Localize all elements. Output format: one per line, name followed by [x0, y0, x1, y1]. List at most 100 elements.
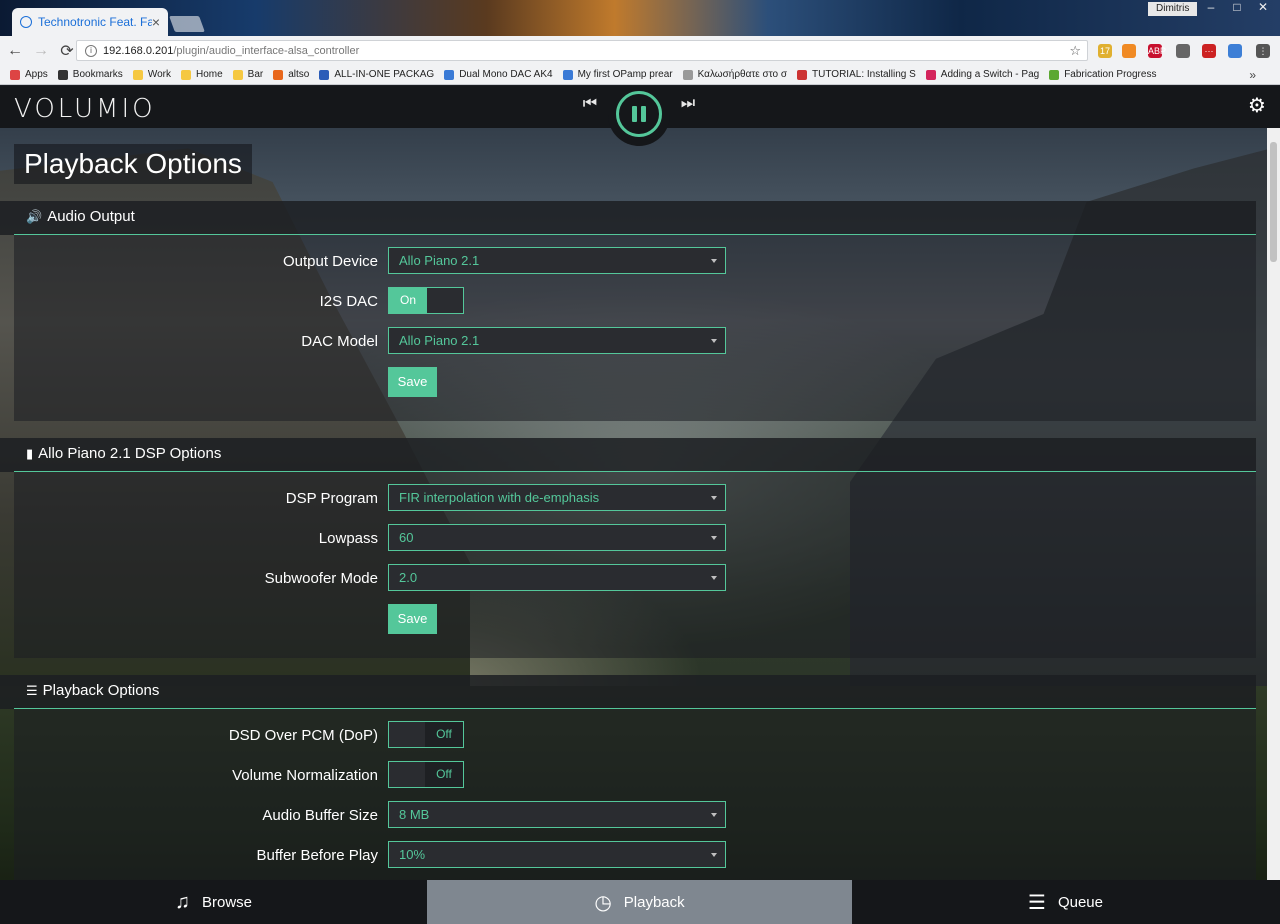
close-window-icon[interactable]: ✕: [1250, 0, 1276, 16]
scrollbar-thumb[interactable]: [1270, 142, 1277, 262]
weather-icon[interactable]: 17: [1098, 44, 1112, 58]
bookmark-star-icon[interactable]: ☆: [1069, 43, 1081, 59]
nav-playback-label: Playback: [623, 893, 685, 911]
section-title-playback: ☰ Playback Options: [26, 682, 159, 699]
page-scrollbar[interactable]: [1267, 128, 1280, 880]
bookmarks-overflow-icon[interactable]: »: [1249, 68, 1256, 82]
previous-track-icon[interactable]: ⏮: [580, 94, 600, 114]
bookmark-label: TUTORIAL: Installing S: [812, 69, 916, 80]
browser-toolbar: ← → ⟳ i 192.168.0.201/plugin/audio_inter…: [0, 36, 1280, 65]
pause-icon: [632, 106, 637, 122]
section-body-audio-output: Output Device Allo Piano 2.1 I2S DAC On …: [14, 235, 1256, 421]
forward-icon[interactable]: →: [30, 42, 52, 60]
section-title: Allo Piano 2.1 DSP Options: [38, 445, 222, 462]
site-icon: [273, 69, 284, 80]
bookmark-item[interactable]: Home: [180, 69, 223, 80]
dropbox-icon[interactable]: [1228, 44, 1242, 58]
new-tab-button[interactable]: [169, 16, 205, 32]
bookmark-item[interactable]: Bar: [232, 69, 263, 80]
bookmark-label: Bookmarks: [72, 69, 123, 80]
bookmark-item[interactable]: altso: [273, 69, 309, 80]
bookmark-item[interactable]: Apps: [10, 69, 48, 80]
menu-icon[interactable]: ⋮: [1256, 44, 1270, 58]
maximize-icon[interactable]: □: [1224, 0, 1250, 16]
pause-icon-bar: [641, 106, 646, 122]
subwoofer-mode-select[interactable]: 2.0: [388, 564, 726, 591]
bookmark-item[interactable]: Bookmarks: [57, 69, 123, 80]
lowpass-select[interactable]: 60: [388, 524, 726, 551]
sliders-icon: ☰: [26, 682, 38, 698]
rss-icon[interactable]: [1122, 44, 1136, 58]
bookmark-item[interactable]: Adding a Switch - Pag: [925, 69, 1040, 80]
output-device-select[interactable]: Allo Piano 2.1: [388, 247, 726, 274]
puzzle-icon[interactable]: [1176, 44, 1190, 58]
reload-icon[interactable]: ⟳: [56, 41, 78, 61]
i2s-dac-toggle[interactable]: On: [388, 287, 464, 314]
chevron-down-icon: [711, 853, 717, 857]
toggle-off-label: Off: [425, 762, 463, 787]
dsp-program-label: DSP Program: [285, 490, 378, 507]
dop-label: DSD Over PCM (DoP): [228, 727, 378, 744]
minimize-icon[interactable]: –: [1198, 0, 1224, 16]
dop-toggle[interactable]: Off: [388, 721, 464, 748]
bookmark-item[interactable]: TUTORIAL: Installing S: [797, 69, 916, 80]
chevron-down-icon: [711, 259, 717, 263]
bookmark-item[interactable]: Dual Mono DAC AK4: [444, 69, 553, 80]
chevron-down-icon: [711, 813, 717, 817]
bookmark-label: Home: [195, 69, 223, 80]
dac-model-select[interactable]: Allo Piano 2.1: [388, 327, 726, 354]
speaker-icon: 🔊: [26, 208, 43, 224]
bookmark-label: Work: [147, 69, 171, 80]
bookmark-label: Fabrication Progress: [1064, 69, 1157, 80]
site-icon: [444, 69, 455, 80]
address-bar[interactable]: i 192.168.0.201/plugin/audio_interface-a…: [76, 40, 1088, 61]
lowpass-value: 60: [399, 530, 414, 545]
nav-browse[interactable]: ♫ Browse: [0, 880, 427, 924]
tab-close-icon[interactable]: ×: [152, 14, 160, 30]
dsp-program-value: FIR interpolation with de-emphasis: [399, 490, 600, 505]
buffer-before-play-select[interactable]: 10%: [388, 841, 726, 868]
music-note-icon: ♫: [174, 890, 190, 913]
bookmark-item[interactable]: Καλωσήρθατε στο σ: [682, 69, 787, 80]
audio-buffer-size-label: Audio Buffer Size: [262, 807, 378, 824]
toggle-on-label: On: [389, 288, 427, 313]
volumio-logo[interactable]: VOLUMIO: [14, 94, 156, 124]
chevron-down-icon: [711, 536, 717, 540]
lowpass-label: Lowpass: [318, 530, 378, 547]
browser-tabstrip: Technotronic Feat. Fally × Dimitris – □ …: [0, 0, 1280, 36]
url-path: /plugin/audio_interface-alsa_controller: [173, 44, 360, 57]
bookmark-item[interactable]: Fabrication Progress: [1049, 69, 1156, 80]
bookmark-label: Adding a Switch - Pag: [940, 69, 1040, 80]
site-icon: [319, 69, 330, 80]
volume-normalization-toggle[interactable]: Off: [388, 761, 464, 788]
bookmark-item[interactable]: Work: [132, 69, 171, 80]
browser-tab[interactable]: Technotronic Feat. Fally ×: [12, 8, 168, 36]
next-track-icon[interactable]: ⏭: [678, 94, 698, 114]
bookmark-item[interactable]: ALL-IN-ONE PACKAG: [319, 69, 434, 80]
save-button[interactable]: Save: [388, 604, 437, 634]
profile-name[interactable]: Dimitris: [1148, 2, 1198, 16]
bookmark-item[interactable]: My first OPamp prear: [562, 69, 673, 80]
settings-gear-icon[interactable]: ⚙: [1246, 95, 1268, 117]
nav-queue-label: Queue: [1057, 893, 1103, 911]
dsp-program-select[interactable]: FIR interpolation with de-emphasis: [388, 484, 726, 511]
bookmark-label: My first OPamp prear: [577, 69, 673, 80]
info-icon[interactable]: i: [85, 44, 97, 57]
section-title: Playback Options: [42, 682, 160, 699]
clock-icon: ◷: [594, 891, 612, 914]
audio-buffer-size-select[interactable]: 8 MB: [388, 801, 726, 828]
adblock-icon[interactable]: ABP: [1148, 44, 1166, 58]
chevron-down-icon: [711, 576, 717, 580]
back-icon[interactable]: ←: [4, 42, 26, 60]
nav-playback[interactable]: ◷ Playback: [427, 880, 852, 924]
buffer-before-play-label: Buffer Before Play: [256, 847, 378, 864]
toggle-knob: [389, 762, 427, 787]
pause-button[interactable]: [616, 91, 662, 137]
lastpass-icon[interactable]: ···: [1202, 44, 1216, 58]
nav-queue[interactable]: ☰ Queue: [852, 880, 1279, 924]
save-button[interactable]: Save: [388, 367, 437, 397]
chip-icon: ▮: [26, 445, 34, 461]
page-icon: [682, 69, 693, 80]
app-header: VOLUMIO ⏮ ⏭ ⚙: [0, 86, 1280, 146]
bookmarks-bar: Apps Bookmarks Work Home Bar altso ALL-IN-ONE …: [0, 65, 1280, 85]
